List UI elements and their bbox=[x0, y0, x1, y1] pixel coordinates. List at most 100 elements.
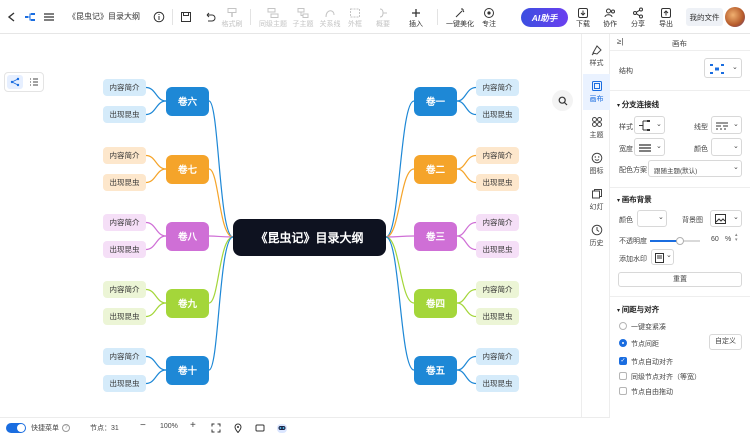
main-topic[interactable]: 卷七 bbox=[166, 154, 209, 184]
save-icon[interactable] bbox=[180, 10, 192, 24]
free-drag-label: 节点自由拖动 bbox=[631, 389, 673, 396]
auto-align-checkbox[interactable]: ✓ bbox=[619, 357, 627, 365]
subtopic-intro[interactable]: 内容简介 bbox=[103, 79, 146, 96]
my-files-button[interactable]: 我的文件 bbox=[686, 8, 723, 26]
line-width-select[interactable]: ⌄ bbox=[634, 138, 665, 156]
document-title[interactable]: 《昆虫记》目录大纲 bbox=[68, 11, 140, 22]
boundary-button[interactable]: 外框 bbox=[345, 5, 365, 31]
node-spacing-radio[interactable] bbox=[619, 339, 627, 347]
format-painter-button[interactable]: 格式刷 bbox=[220, 5, 244, 31]
root-topic[interactable]: 《昆虫记》目录大纲 bbox=[233, 219, 386, 256]
rail-slides[interactable]: 幻灯 bbox=[583, 182, 610, 218]
opacity-value[interactable]: 60 bbox=[711, 236, 719, 243]
color-scheme-select[interactable]: 跟随主题(默认) ⌄ bbox=[648, 160, 742, 177]
fit-screen-icon[interactable] bbox=[211, 423, 221, 433]
opacity-slider[interactable] bbox=[650, 237, 700, 245]
subtopic-insects[interactable]: 出现昆虫 bbox=[476, 241, 519, 258]
background-color-select[interactable]: ⌄ bbox=[637, 210, 667, 227]
spacing-section-title[interactable]: ▾ 间距与对齐 bbox=[617, 304, 659, 315]
child-topic-button[interactable]: 子主题 bbox=[291, 5, 315, 31]
info-icon[interactable] bbox=[153, 10, 165, 24]
main-topic[interactable]: 卷三 bbox=[414, 221, 457, 251]
export-button[interactable]: 导出 bbox=[656, 5, 676, 31]
search-icon[interactable] bbox=[552, 90, 573, 111]
shortcut-toggle[interactable]: 快捷菜单 ? bbox=[6, 423, 70, 433]
rail-style[interactable]: 样式 bbox=[583, 38, 610, 74]
subtopic-intro[interactable]: 内容简介 bbox=[103, 214, 146, 231]
mindmap-view-icon[interactable] bbox=[7, 75, 23, 89]
collapse-panel-icon[interactable]: ≥| bbox=[617, 37, 623, 46]
subtopic-intro[interactable]: 内容简介 bbox=[476, 147, 519, 164]
beautify-button[interactable]: 一键美化 bbox=[444, 5, 476, 31]
locate-icon[interactable] bbox=[233, 423, 243, 433]
help-icon[interactable]: ? bbox=[62, 424, 70, 432]
subtopic-intro[interactable]: 内容简介 bbox=[103, 348, 146, 365]
connector-line bbox=[208, 235, 234, 238]
same-level-align-checkbox[interactable] bbox=[619, 372, 627, 380]
ai-assistant-button[interactable]: AI助手 bbox=[521, 8, 568, 27]
line-type-select[interactable]: ⌄ bbox=[711, 116, 742, 134]
robot-assistant-icon[interactable] bbox=[275, 421, 289, 435]
share-button[interactable]: 分享 bbox=[628, 5, 648, 31]
branch-style-select[interactable]: ⌄ bbox=[634, 116, 665, 134]
rail-history[interactable]: 历史 bbox=[583, 218, 610, 254]
background-image-select[interactable]: ⌄ bbox=[710, 210, 742, 227]
subtopic-intro[interactable]: 内容简介 bbox=[103, 281, 146, 298]
opacity-slider-thumb[interactable] bbox=[676, 237, 684, 245]
view-switch[interactable] bbox=[4, 72, 44, 92]
back-icon[interactable] bbox=[6, 10, 18, 24]
main-topic[interactable]: 卷十 bbox=[166, 355, 209, 385]
sibling-topic-button[interactable]: 同级主题 bbox=[258, 5, 288, 31]
background-section-title[interactable]: ▾ 画布背景 bbox=[617, 194, 652, 205]
zoom-out-icon[interactable]: − bbox=[140, 420, 146, 431]
compact-radio[interactable] bbox=[619, 322, 627, 330]
main-topic[interactable]: 卷五 bbox=[414, 355, 457, 385]
focus-button[interactable]: 专注 bbox=[478, 5, 500, 31]
subtopic-insects[interactable]: 出现昆虫 bbox=[476, 308, 519, 325]
subtopic-insects[interactable]: 出现昆虫 bbox=[476, 174, 519, 191]
relation-line-button[interactable]: 关系线 bbox=[317, 5, 343, 31]
subtopic-insects[interactable]: 出现昆虫 bbox=[103, 375, 146, 392]
main-topic[interactable]: 卷六 bbox=[166, 86, 209, 116]
subtopic-intro[interactable]: 内容简介 bbox=[476, 281, 519, 298]
rail-icons[interactable]: 图标 bbox=[583, 146, 610, 182]
summary-button[interactable]: 概要 bbox=[373, 5, 393, 31]
presentation-icon[interactable] bbox=[255, 423, 265, 433]
rail-canvas[interactable]: 画布 bbox=[583, 74, 610, 110]
watermark-select[interactable]: ⌄ bbox=[651, 249, 674, 265]
subtopic-intro[interactable]: 内容简介 bbox=[103, 147, 146, 164]
subtopic-insects[interactable]: 出现昆虫 bbox=[103, 106, 146, 123]
undo-icon[interactable] bbox=[204, 10, 216, 24]
rail-theme[interactable]: 主题 bbox=[583, 110, 610, 146]
main-topic[interactable]: 卷八 bbox=[166, 221, 209, 251]
subtopic-insects[interactable]: 出现昆虫 bbox=[476, 375, 519, 392]
zoom-in-icon[interactable]: + bbox=[190, 420, 196, 431]
subtopic-intro[interactable]: 内容简介 bbox=[476, 79, 519, 96]
download-button[interactable]: 下载 bbox=[573, 5, 593, 31]
toggle-switch[interactable] bbox=[6, 423, 26, 433]
subtopic-insects[interactable]: 出现昆虫 bbox=[103, 174, 146, 191]
zoom-level[interactable]: 100% bbox=[160, 423, 178, 430]
main-topic[interactable]: 卷九 bbox=[166, 288, 209, 318]
avatar[interactable] bbox=[725, 7, 745, 27]
insert-button[interactable]: 插入 bbox=[404, 5, 428, 31]
outline-view-icon[interactable] bbox=[26, 75, 42, 89]
subtopic-intro[interactable]: 内容简介 bbox=[476, 348, 519, 365]
structure-select[interactable]: ⌄ bbox=[704, 58, 742, 78]
menu-icon[interactable] bbox=[43, 10, 55, 24]
subtopic-insects[interactable]: 出现昆虫 bbox=[103, 308, 146, 325]
canvas-icon bbox=[591, 81, 602, 91]
main-topic[interactable]: 卷四 bbox=[414, 288, 457, 318]
subtopic-insects[interactable]: 出现昆虫 bbox=[476, 106, 519, 123]
opacity-stepper-icon[interactable]: ▴ ▾ bbox=[735, 233, 738, 243]
subtopic-insects[interactable]: 出现昆虫 bbox=[103, 241, 146, 258]
subtopic-intro[interactable]: 内容简介 bbox=[476, 214, 519, 231]
main-topic[interactable]: 卷一 bbox=[414, 86, 457, 116]
branch-section-title[interactable]: ▾ 分支连接线 bbox=[617, 99, 659, 110]
reset-button[interactable]: 重置 bbox=[618, 272, 742, 287]
collaborate-button[interactable]: 协作 bbox=[600, 5, 620, 31]
custom-spacing-button[interactable]: 自定义 bbox=[709, 334, 742, 350]
line-color-select[interactable]: ⌄ bbox=[711, 138, 742, 156]
main-topic[interactable]: 卷二 bbox=[414, 154, 457, 184]
free-drag-checkbox[interactable] bbox=[619, 387, 627, 395]
